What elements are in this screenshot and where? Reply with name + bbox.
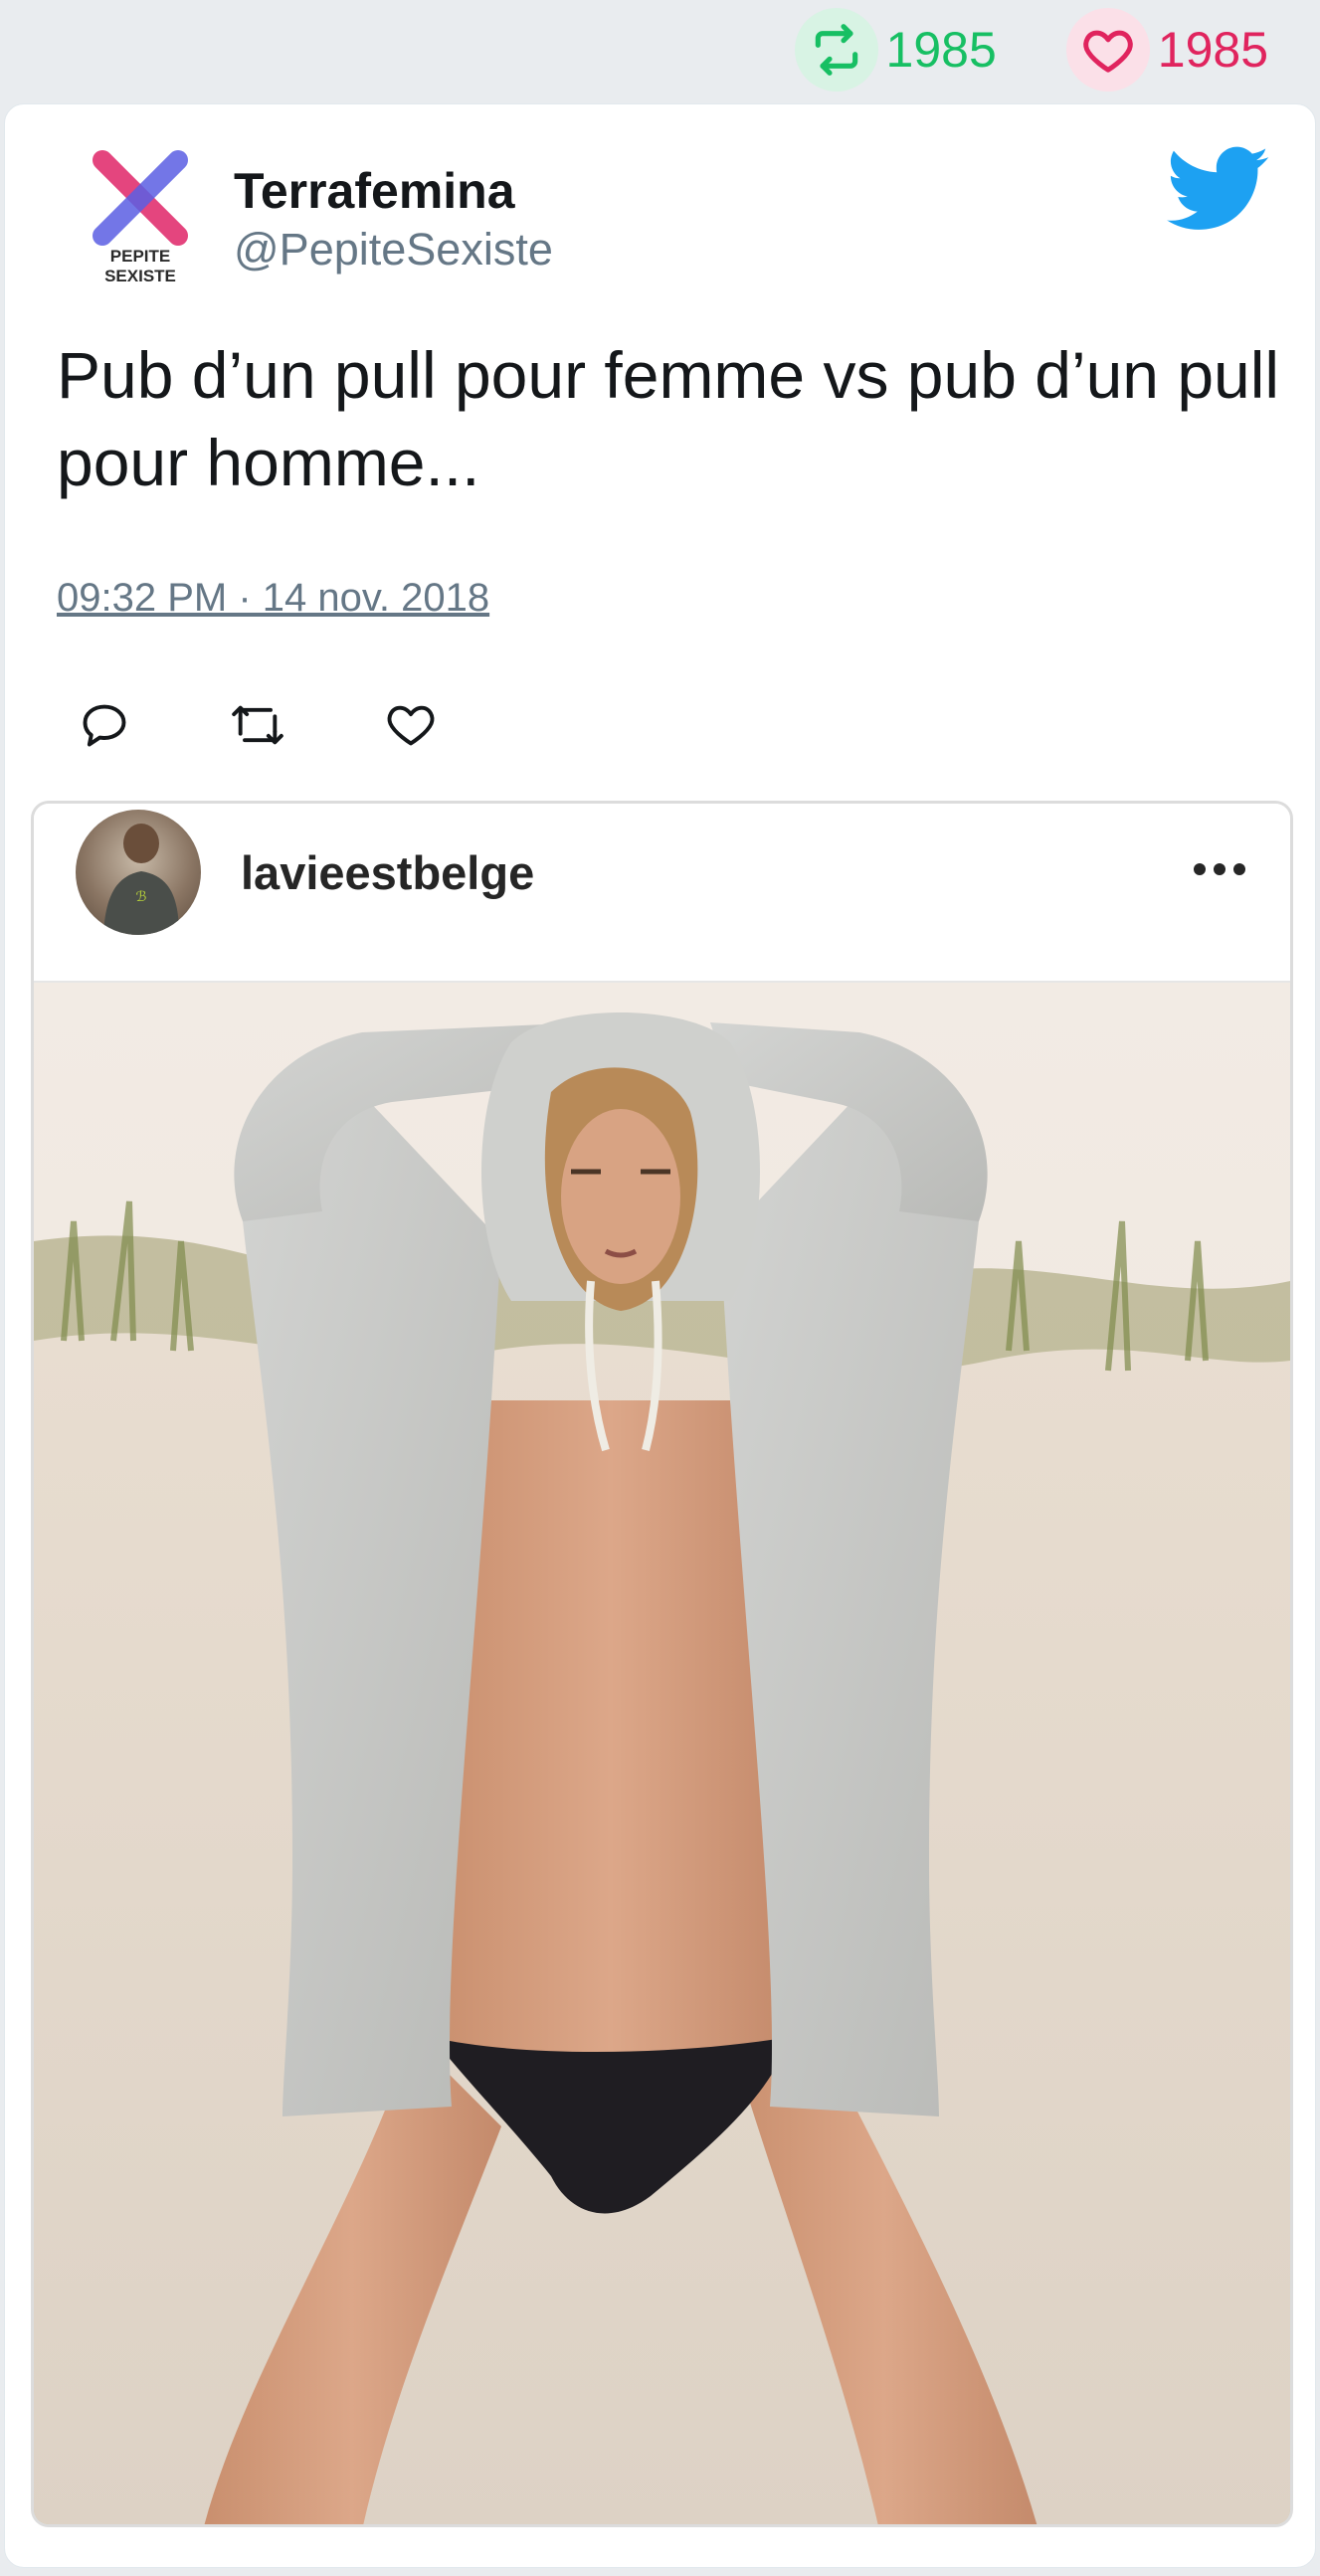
pepite-sexiste-logo: PEPITE SEXISTE	[93, 150, 188, 285]
embedded-instagram-post[interactable]: ℬ lavieestbelge	[31, 801, 1293, 2527]
retweet-stat[interactable]: 1985	[794, 8, 997, 92]
tweet-timestamp[interactable]: 09:32 PM · 14 nov. 2018	[57, 576, 489, 621]
retweet-count: 1985	[885, 22, 997, 78]
tweet-actions	[75, 695, 441, 755]
embed-photo[interactable]	[34, 983, 1290, 2524]
engagement-bar: 1985 1985	[0, 0, 1320, 99]
author-name[interactable]: Terrafemina	[234, 162, 515, 220]
embed-username[interactable]: lavieestbelge	[241, 845, 534, 900]
heart-icon[interactable]	[381, 695, 441, 755]
author-handle[interactable]: @PepiteSexiste	[234, 224, 553, 276]
reply-icon[interactable]	[75, 695, 134, 755]
tweet-text: Pub d’un pull pour femme vs pub d’un pul…	[57, 338, 1280, 499]
tweet-card: PEPITE SEXISTE Terrafemina @PepiteSexist…	[4, 103, 1316, 2568]
heart-icon[interactable]	[1065, 8, 1150, 92]
twitter-bird-icon[interactable]	[1167, 144, 1270, 236]
svg-text:ℬ: ℬ	[135, 888, 146, 904]
more-options-icon[interactable]	[1188, 857, 1251, 881]
author-avatar[interactable]: PEPITE SEXISTE	[81, 148, 202, 287]
retweet-icon[interactable]	[228, 695, 287, 755]
embed-header: ℬ lavieestbelge	[34, 804, 1290, 983]
like-stat[interactable]: 1985	[1065, 8, 1268, 92]
like-count: 1985	[1157, 22, 1268, 78]
avatar-logo-line1: PEPITE	[110, 247, 170, 266]
retweet-icon[interactable]	[794, 8, 878, 92]
embed-avatar[interactable]: ℬ	[76, 810, 201, 935]
avatar-logo-line2: SEXISTE	[104, 267, 176, 285]
